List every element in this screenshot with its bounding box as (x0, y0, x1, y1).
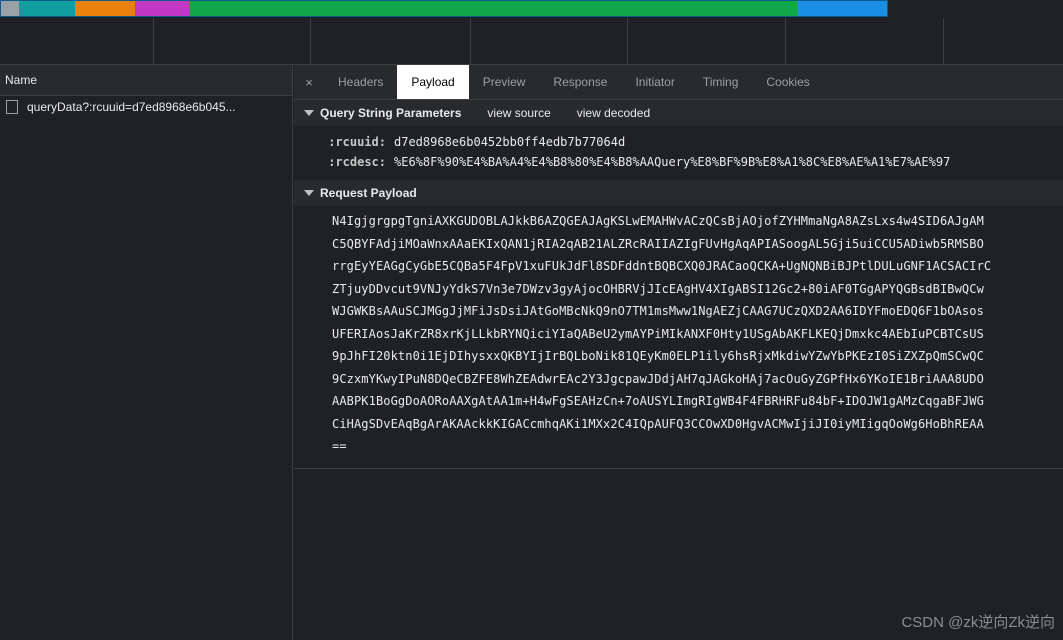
request-list-row[interactable]: queryData?:rcuuid=d7ed8968e6b045... (0, 96, 292, 118)
payload-line: 9CzxmYKwyIPuN8DQeCBZFE8WhZEAdwrEAc2Y3Jgc… (332, 371, 984, 386)
overview-segment-green (189, 1, 797, 16)
timeline-column (470, 18, 627, 65)
tab-headers[interactable]: Headers (324, 65, 397, 99)
parameter-value: %E6%8F%90%E4%BA%A4%E4%B8%80%E4%B8%AAQuer… (394, 155, 951, 169)
payload-line: N4IgjgrgpgTgniAXKGUDOBLAJkkB6AZQGEAJAgKS… (332, 214, 984, 228)
request-detail-pane: × Headers Payload Preview Response Initi… (294, 65, 1063, 640)
chevron-down-icon[interactable] (304, 190, 314, 196)
timeline-column (310, 18, 470, 65)
query-parameter-list: :rcuuid: d7ed8968e6b0452bb0ff4edb7b77064… (294, 126, 1063, 180)
view-source-link[interactable]: view source (487, 106, 550, 120)
payload-line: AABPK1BoGgDoAORoAAXgAtAA1m+H4wFgSEAHzCn+… (332, 394, 984, 408)
document-icon (6, 100, 18, 114)
payload-line: CiHAgSDvEAqBgArAKAAckkKIGACcmhqAKi1MXx2C… (332, 416, 984, 431)
parameter-key: :rcuuid: (328, 135, 386, 149)
timeline-column (153, 18, 310, 65)
query-string-parameters-header[interactable]: Query String Parameters view source view… (294, 100, 1063, 126)
payload-line: UFERIAosJaKrZR8xrKjLLkbRYNQiciYIaQABeU2y… (332, 326, 984, 341)
tab-preview[interactable]: Preview (469, 65, 540, 99)
watermark-label: CSDN @zk逆向Zk逆向 (901, 614, 1055, 631)
request-name-label: queryData?:rcuuid=d7ed8968e6b045... (27, 100, 236, 114)
request-list-header: Name (0, 65, 292, 96)
tab-payload[interactable]: Payload (397, 65, 469, 99)
close-icon[interactable]: × (294, 65, 324, 99)
column-header-name[interactable]: Name (5, 73, 37, 87)
request-payload-title: Request Payload (320, 186, 417, 200)
parameter-value: d7ed8968e6b0452bb0ff4edb7b77064d (394, 135, 626, 149)
timeline-column (785, 18, 943, 65)
overview-segment-teal (19, 1, 75, 16)
overview-segment-blue (797, 1, 887, 16)
query-string-parameters-title: Query String Parameters (320, 106, 462, 120)
payload-content: Query String Parameters view source view… (294, 100, 1063, 640)
payload-line: WJGWKBsAAuSCJMGgJjMFiJsDsiJAtGoMBcNkQ9nO… (332, 304, 984, 318)
payload-line: == (332, 439, 347, 453)
overview-segment-orange (75, 1, 135, 16)
request-list-pane: Name queryData?:rcuuid=d7ed8968e6b045... (0, 65, 293, 640)
payload-line: 9pJhFI20ktn0i1EjDIhysxxQKBYIjIrBQLboNik8… (332, 349, 984, 363)
query-parameter-row[interactable]: :rcdesc: %E6%8F%90%E4%BA%A4%E4%B8%80%E4%… (294, 152, 1063, 172)
payload-line: rrgEyYEAGgCyGbE5CQBa5F4FpV1xuFUkJdFl8SDF… (332, 259, 992, 273)
tab-initiator[interactable]: Initiator (621, 65, 688, 99)
network-overview-strip[interactable] (0, 0, 1063, 18)
tab-cookies[interactable]: Cookies (752, 65, 823, 99)
view-decoded-link[interactable]: view decoded (577, 106, 650, 120)
timeline-column (943, 18, 1063, 65)
timeline-column (627, 18, 785, 65)
parameter-key: :rcdesc: (328, 155, 386, 169)
tab-timing[interactable]: Timing (689, 65, 753, 99)
chevron-down-icon[interactable] (304, 110, 314, 116)
timeline-grid (0, 18, 1063, 65)
payload-section-bottom-rule (294, 468, 1063, 469)
overview-segment-purple (135, 1, 189, 16)
request-payload-header[interactable]: Request Payload (294, 180, 1063, 206)
request-payload-body[interactable]: N4IgjgrgpgTgniAXKGUDOBLAJkkB6AZQGEAJAgKS… (294, 206, 1063, 468)
payload-line: C5QBYFAdjiMOaWnxAAaEKIxQAN1jRIA2qAB21ALZ… (332, 236, 984, 251)
detail-tabstrip: × Headers Payload Preview Response Initi… (294, 65, 1063, 100)
query-parameter-row[interactable]: :rcuuid: d7ed8968e6b0452bb0ff4edb7b77064… (294, 132, 1063, 152)
overview-waterfall-bar[interactable] (0, 0, 888, 17)
tab-response[interactable]: Response (539, 65, 621, 99)
payload-line: ZTjuyDDvcut9VNJyYdkS7Vn3e7DWzv3gyAjocOHB… (332, 281, 984, 296)
overview-segment-grey (1, 1, 19, 16)
